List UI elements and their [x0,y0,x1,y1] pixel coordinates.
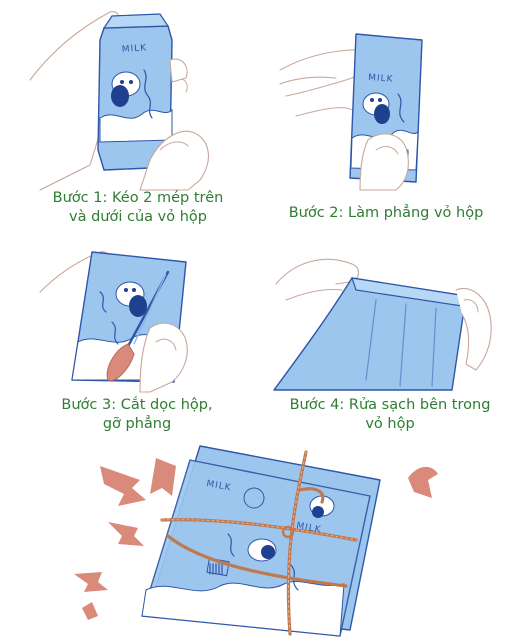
step-3-caption-line-1: Bước 3: Cắt dọc hộp, [61,397,213,413]
tied-cartons-drawing: MILK MILK [74,445,438,637]
tied-cartons-illustration: MILK MILK [0,440,512,640]
step-2-caption-line-1: Bước 2: Làm phẳng vỏ hộp [288,205,484,221]
step-3-illustration [0,232,256,393]
step-1-caption-line-2: và dưới của vỏ hộp [69,209,207,225]
step-4-caption-line-1: Bước 4: Rửa sạch bên trong [289,397,491,413]
arrow-bottom-left [82,602,98,620]
step-3-caption-line-2: gỡ phẳng [102,416,172,432]
step-1-illustration: MILK [0,0,256,191]
step-1-caption: Bước 1: Kéo 2 mép trên và dưới của vỏ hộ… [40,189,236,227]
step-1-drawing: MILK [29,11,209,191]
milk-label: MILK [122,43,148,55]
step-3-caption: Bước 3: Cắt dọc hộp, gỡ phẳng [42,396,232,434]
arrow-left-bottom [74,572,108,592]
arrow-left-top [100,466,146,506]
step-1-caption-line-1: Bước 1: Kéo 2 mép trên [52,190,224,206]
step-2-caption: Bước 2: Làm phẳng vỏ hộp [276,204,496,223]
step-3-drawing [39,251,188,393]
arrow-left-mid [108,522,144,546]
step-2-drawing: MILK [279,33,423,191]
milk-label-2: MILK [368,73,394,85]
arrow-right [408,466,438,498]
step-2-illustration: MILK [256,0,512,191]
step-4-caption: Bước 4: Rửa sạch bên trong vỏ hộp [282,396,498,434]
step-4-drawing [273,258,492,391]
step-4-illustration [256,240,512,391]
arrow-top [150,458,176,496]
step-4-caption-line-2: vỏ hộp [365,416,415,432]
